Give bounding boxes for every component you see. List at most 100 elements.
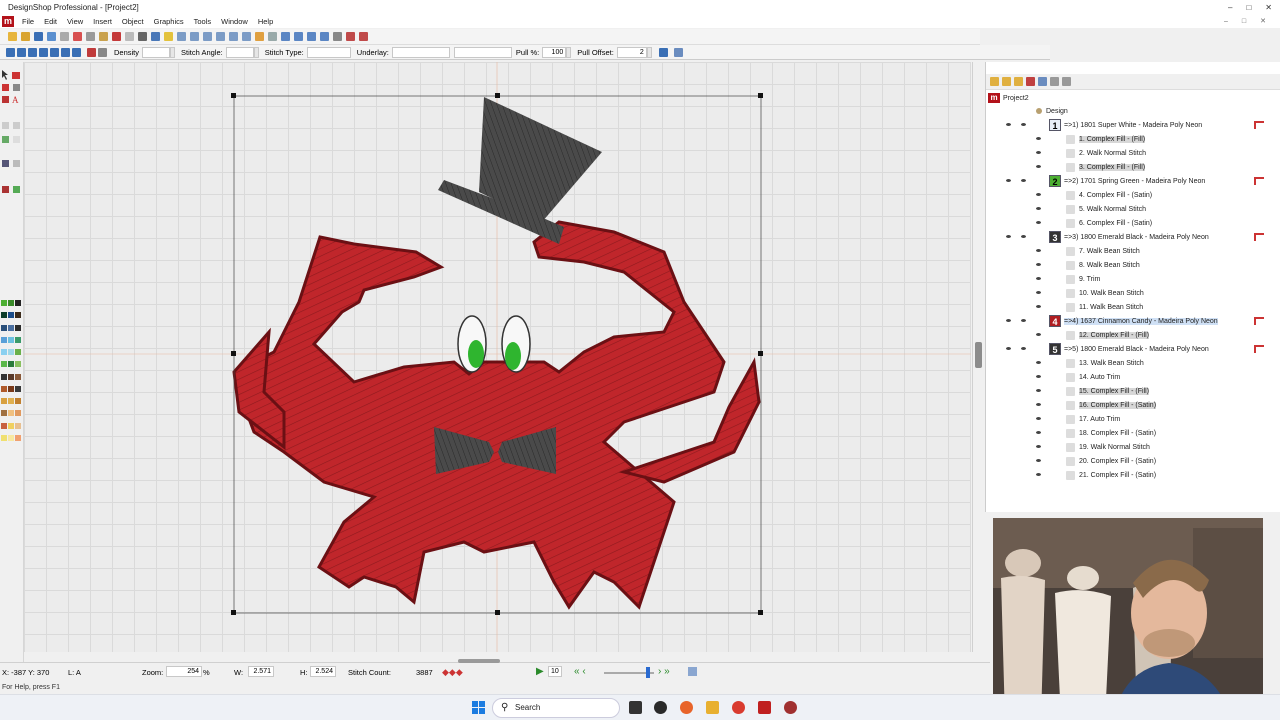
palette-swatch[interactable]	[1, 361, 7, 368]
palette-swatch[interactable]	[15, 324, 21, 331]
tree-object-row[interactable]: 6. Complex Fill - (Satin)	[986, 216, 1216, 230]
horizontal-scrollbar[interactable]	[458, 659, 500, 663]
close-icon[interactable]: ✕	[1265, 3, 1272, 12]
tool-icon-a[interactable]	[2, 122, 9, 129]
firefox-icon[interactable]	[680, 701, 693, 714]
properties-icon[interactable]	[6, 47, 15, 57]
menu-view[interactable]: View	[62, 17, 88, 26]
palette-swatch[interactable]	[15, 300, 21, 306]
stitch-type-select[interactable]	[306, 46, 351, 58]
tree-design[interactable]: Design	[1036, 104, 1068, 118]
menu-window[interactable]: Window	[216, 17, 253, 26]
pointer-tool-icon[interactable]	[2, 70, 8, 80]
palette-swatch[interactable]	[1, 385, 7, 392]
visibility-eye-icon[interactable]	[1036, 137, 1041, 140]
visibility-eye-icon[interactable]	[1036, 193, 1041, 196]
embroidery-design[interactable]	[24, 62, 971, 652]
tree-object-row[interactable]: 21. Complex Fill - (Satin)	[986, 468, 1216, 482]
align-icon[interactable]	[294, 32, 303, 41]
zoom-100-icon[interactable]	[229, 32, 238, 41]
pen-tool-icon[interactable]	[12, 72, 20, 79]
zoom-previous-icon[interactable]	[242, 32, 251, 41]
tree-object-row[interactable]: 16. Complex Fill - (Satin)	[986, 398, 1216, 412]
tree-object-row[interactable]: 19. Walk Normal Stitch	[986, 440, 1216, 454]
palette-swatch[interactable]	[15, 312, 21, 319]
panel-delete-icon[interactable]	[1026, 77, 1035, 86]
tree-color-row[interactable]: 2 =>2) 1701 Spring Green - Madeira Poly N…	[986, 174, 1280, 188]
align-left-icon[interactable]	[17, 47, 26, 57]
visibility-eye-icon[interactable]	[1036, 473, 1041, 476]
tree-object-row[interactable]: 11. Walk Bean Stitch	[986, 300, 1216, 314]
pull-pct-spinner[interactable]	[566, 46, 572, 58]
palette-swatch[interactable]	[8, 398, 14, 404]
lock-eye-icon[interactable]	[1006, 319, 1011, 322]
selection-handle[interactable]	[758, 93, 763, 98]
tree-object-row[interactable]: 13. Walk Bean Stitch	[986, 356, 1216, 370]
shape-tool-icon[interactable]	[2, 96, 9, 103]
visibility-eye-icon[interactable]	[1036, 361, 1041, 364]
windows-start-icon[interactable]	[472, 701, 486, 715]
palette-swatch[interactable]	[15, 361, 21, 368]
tool-icon-c[interactable]	[2, 136, 9, 143]
zoom-in-icon[interactable]	[177, 32, 186, 41]
density-spinner[interactable]	[170, 46, 176, 58]
palette-swatch[interactable]	[8, 361, 14, 368]
chrome-icon[interactable]	[732, 701, 745, 714]
stitch-angle-spinner[interactable]	[253, 46, 259, 58]
tree-object-row[interactable]: 2. Walk Normal Stitch	[986, 146, 1216, 160]
tree-object-row[interactable]: 9. Trim	[986, 272, 1216, 286]
left-pupil[interactable]	[468, 340, 484, 368]
text-tool-icon[interactable]: A	[12, 95, 19, 105]
palette-swatch[interactable]	[8, 349, 14, 355]
zoom-window-icon[interactable]	[216, 32, 225, 41]
crab-body[interactable]	[237, 220, 726, 610]
mdi-close-icon[interactable]: ✕	[1260, 17, 1266, 25]
grid-icon[interactable]	[268, 32, 277, 41]
visibility-eye-icon[interactable]	[1036, 221, 1041, 224]
menu-graphics[interactable]: Graphics	[149, 17, 189, 26]
menu-help[interactable]: Help	[253, 17, 278, 26]
palette-swatch[interactable]	[15, 373, 21, 380]
selection-handle[interactable]	[758, 610, 763, 615]
zoom-field[interactable]: 254	[166, 666, 202, 677]
tool-icon-f[interactable]	[13, 160, 20, 167]
visibility-eye-icon[interactable]	[1036, 389, 1041, 392]
visibility-eye-icon[interactable]	[1036, 459, 1041, 462]
selection-handle[interactable]	[495, 610, 500, 615]
palette-swatch[interactable]	[8, 336, 14, 343]
knife-tool-icon[interactable]	[13, 84, 20, 91]
underlay-select[interactable]	[391, 46, 450, 58]
reshape-tool-icon[interactable]	[2, 84, 9, 91]
canvas-vertical-scrollbar[interactable]	[972, 62, 984, 652]
palette-swatch[interactable]	[1, 324, 7, 331]
design-canvas[interactable]	[24, 62, 971, 652]
visibility-eye-icon[interactable]	[1036, 207, 1041, 210]
visibility-eye-icon[interactable]	[1036, 249, 1041, 252]
palette-swatch[interactable]	[8, 422, 14, 429]
visibility-eye-icon[interactable]	[1036, 291, 1041, 294]
view-options-icon[interactable]	[673, 47, 683, 57]
visibility-eye-icon[interactable]	[1021, 179, 1026, 182]
palette-swatch[interactable]	[8, 373, 14, 380]
mdi-restore-icon[interactable]: □	[1242, 18, 1246, 25]
underlay-select-2[interactable]	[453, 46, 512, 58]
stitch-angle-field[interactable]	[225, 46, 254, 58]
palette-swatch[interactable]	[1, 434, 7, 441]
zoom-fit-icon[interactable]	[203, 32, 212, 41]
palette-swatch[interactable]	[15, 410, 21, 417]
visibility-eye-icon[interactable]	[1036, 333, 1041, 336]
right-pupil[interactable]	[505, 342, 521, 370]
panel-save-icon[interactable]	[1014, 77, 1023, 86]
paste-icon[interactable]	[99, 32, 108, 41]
visibility-eye-icon[interactable]	[1021, 319, 1026, 322]
align-top-icon[interactable]	[50, 47, 59, 57]
palette-swatch[interactable]	[8, 385, 14, 392]
visibility-eye-icon[interactable]	[1036, 165, 1041, 168]
tool-icon-e[interactable]	[2, 160, 9, 167]
copy-icon[interactable]	[86, 32, 95, 41]
palette-swatch[interactable]	[1, 422, 7, 429]
ungroup-icon[interactable]	[320, 32, 329, 41]
cut-icon[interactable]	[73, 32, 82, 41]
pull-offset-spinner[interactable]	[646, 46, 652, 58]
file-explorer-icon[interactable]	[706, 701, 719, 714]
